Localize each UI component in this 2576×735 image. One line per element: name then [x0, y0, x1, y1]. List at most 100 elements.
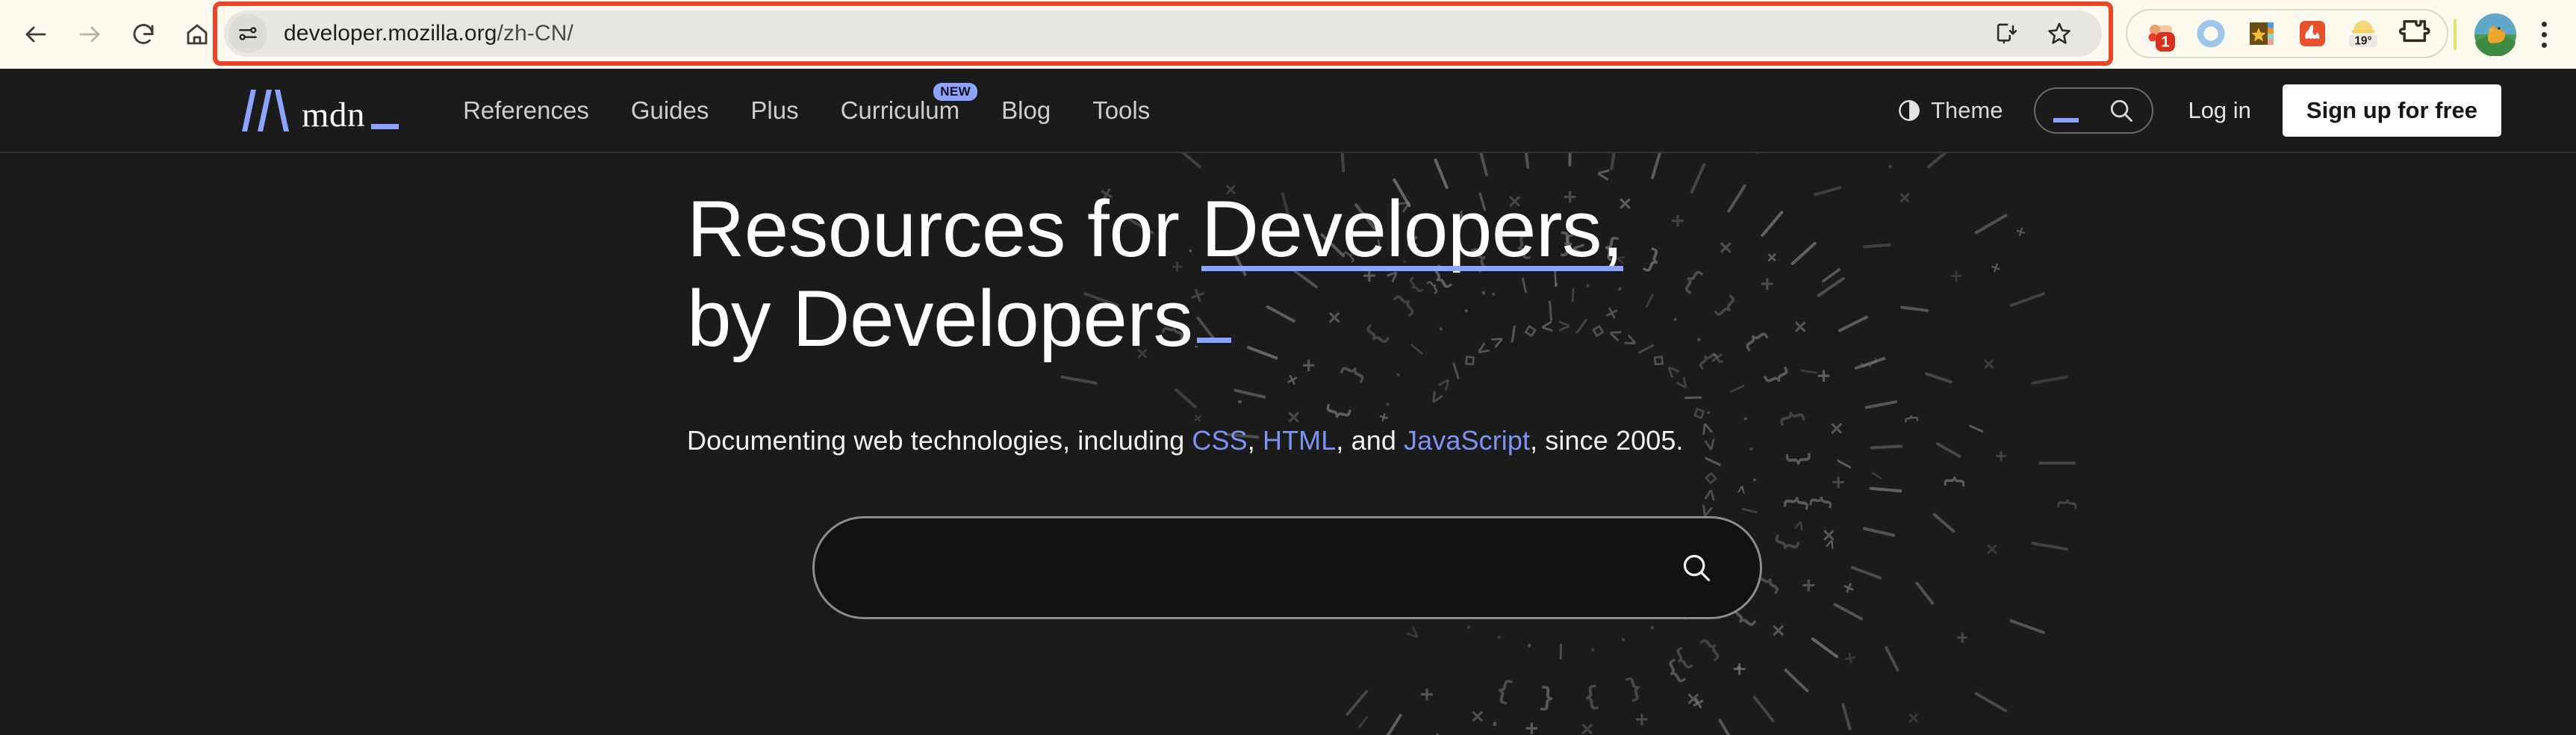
toolbar-divider [2454, 19, 2457, 50]
site-settings-button[interactable] [228, 14, 267, 53]
kebab-dot [2542, 43, 2547, 48]
svg-text:×: × [1687, 689, 1700, 714]
login-link[interactable]: Log in [2180, 91, 2258, 130]
omnibox-container: developer.mozilla.org/zh-CN/ [224, 10, 2102, 57]
svg-text:}: } [1661, 655, 1688, 687]
hero-title: Resources for Developers, by Developers [687, 184, 2576, 364]
browser-menu-button[interactable] [2521, 11, 2567, 58]
svg-text:}: } [1493, 675, 1515, 707]
profile-avatar[interactable] [2473, 12, 2518, 57]
nav-label: Blog [1001, 96, 1051, 124]
svg-text:19°: 19° [2354, 34, 2371, 47]
search-icon [2107, 96, 2135, 125]
theme-contrast-icon [1897, 99, 1921, 122]
back-button[interactable] [10, 9, 61, 60]
svg-text:·: · [1726, 654, 1750, 680]
browser-nav-buttons [0, 9, 223, 60]
puzzle-piece-icon [2397, 16, 2431, 51]
svg-text:+: + [1635, 709, 1649, 734]
new-badge: NEW [933, 83, 977, 101]
forward-button[interactable] [64, 9, 115, 60]
nav-label: References [463, 96, 589, 124]
svg-text:.: . [1617, 632, 1631, 651]
theme-label: Theme [1931, 97, 2003, 124]
weather-extension-icon[interactable]: 19° [2344, 14, 2383, 53]
svg-text:|: | [1355, 713, 1372, 731]
svg-text:×: × [1581, 719, 1594, 735]
browser-right-controls [2440, 0, 2567, 69]
main-navigation: References Guides Plus Curriculum NEW Bl… [442, 89, 1171, 132]
svg-text:{: { [1696, 632, 1726, 663]
link-html[interactable]: HTML [1263, 425, 1336, 456]
theme-toggle-button[interactable]: Theme [1888, 91, 2012, 130]
mdn-wordmark: mdn [302, 100, 365, 131]
nav-item-curriculum[interactable]: Curriculum NEW [820, 89, 981, 132]
hero-search-box[interactable] [812, 516, 1762, 619]
browser-toolbar: developer.mozilla.org/zh-CN/ 1 19° [0, 0, 2576, 69]
subtitle-sep1: , [1248, 425, 1263, 456]
extensions-cluster: 1 19° [2126, 9, 2448, 58]
nav-item-plus[interactable]: Plus [729, 89, 819, 132]
ring-extension-icon[interactable] [2191, 14, 2230, 53]
nav-label: Tools [1092, 96, 1150, 124]
svg-text:}: } [1670, 644, 1696, 674]
svg-text:.: . [1645, 620, 1661, 639]
nav-item-references[interactable]: References [442, 89, 610, 132]
mdn-header: mdn References Guides Plus Curriculum NE… [0, 69, 2576, 153]
nav-label: Plus [750, 96, 798, 124]
link-css[interactable]: CSS [1192, 425, 1247, 456]
home-icon [184, 21, 211, 48]
svg-text:×: × [1471, 706, 1484, 731]
weather-glyph: 19° [2344, 15, 2383, 52]
svg-text:<: < [1403, 621, 1426, 645]
mdn-m-icon [237, 90, 294, 131]
header-search-box[interactable] [2034, 87, 2153, 134]
hero-section: <>/◇<>/◇<>/◇<>/◇<>/◇<>/◇<>/◇<>/◇<>/◇<>/◇… [0, 153, 2576, 735]
svg-text:|: | [1556, 642, 1566, 660]
nav-item-tools[interactable]: Tools [1071, 89, 1171, 132]
link-javascript[interactable]: JavaScript [1404, 425, 1530, 456]
svg-text:+: + [1525, 718, 1538, 735]
svg-text:.: . [1522, 639, 1535, 657]
hero-search-icon[interactable] [1679, 551, 1714, 585]
install-app-button[interactable] [1987, 15, 2024, 52]
mdn-logo-underscore [371, 124, 399, 129]
reload-button[interactable] [118, 9, 169, 60]
header-right-controls: Theme Log in Sign up for free [1888, 84, 2501, 137]
home-button[interactable] [172, 9, 223, 60]
svg-text:{: { [1623, 672, 1646, 704]
hero-content: Resources for Developers, by Developers … [0, 153, 2576, 619]
book-star-glyph [2243, 15, 2280, 52]
bookmark-star-extension-icon[interactable] [2242, 14, 2281, 53]
subtitle-prefix: Documenting web technologies, including [687, 425, 1192, 456]
mdn-logo[interactable]: mdn [237, 90, 365, 131]
hero-title-cursor [1197, 338, 1231, 343]
pocket-extension-icon[interactable]: 1 [2141, 14, 2180, 53]
back-arrow-icon [22, 21, 49, 48]
forward-arrow-icon [76, 21, 103, 48]
nav-item-guides[interactable]: Guides [610, 89, 730, 132]
svg-text:×: × [1908, 708, 1920, 731]
avatar-icon [2474, 13, 2517, 56]
signup-button[interactable]: Sign up for free [2283, 84, 2501, 137]
url-host: developer.mozilla.org [284, 21, 497, 46]
flame-glyph [2294, 15, 2331, 52]
svg-text:+: + [1686, 688, 1708, 714]
nav-item-blog[interactable]: Blog [980, 89, 1071, 132]
install-icon [1993, 21, 2018, 46]
flame-extension-icon[interactable] [2293, 14, 2332, 53]
extensions-puzzle-button[interactable] [2395, 14, 2433, 53]
hero-title-prefix: Resources for [687, 184, 1201, 273]
pocket-glyph: 1 [2141, 15, 2179, 52]
svg-text:·: · [1587, 639, 1599, 658]
bookmark-button[interactable] [2041, 15, 2078, 52]
svg-text:×: × [1838, 647, 1860, 667]
address-bar[interactable]: developer.mozilla.org/zh-CN/ [224, 10, 2102, 57]
hero-title-highlight: Developers, [1201, 184, 1623, 274]
ring-glyph [2192, 15, 2230, 52]
hero-search-input[interactable] [815, 518, 1760, 617]
nav-label: Guides [631, 96, 709, 124]
svg-text:.: . [1491, 630, 1506, 649]
subtitle-suffix: , since 2005. [1530, 425, 1683, 456]
svg-text:×: × [1772, 620, 1785, 645]
